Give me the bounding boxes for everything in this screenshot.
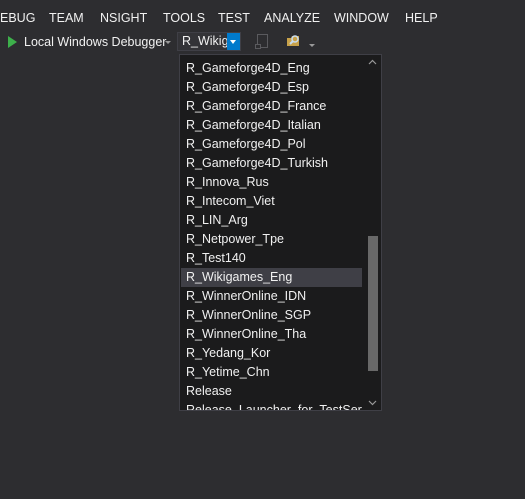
menu-analyze[interactable]: ANALYZE	[264, 10, 320, 26]
list-item[interactable]: Release	[181, 382, 362, 401]
menu-nsight[interactable]: NSIGHT	[100, 10, 147, 26]
configuration-dropdown-button[interactable]	[227, 33, 240, 50]
chevron-up-icon	[368, 59, 377, 65]
scroll-thumb[interactable]	[368, 236, 378, 371]
find-in-files-icon[interactable]	[285, 32, 305, 53]
disabled-tool-icon	[254, 32, 270, 53]
list-item[interactable]: R_Gameforge4D_Turkish	[181, 154, 362, 173]
scroll-up-button[interactable]	[364, 55, 381, 69]
scroll-down-button[interactable]	[364, 396, 381, 410]
start-debugger-button[interactable]: Local Windows Debugger	[24, 34, 166, 50]
list-item[interactable]: R_WinnerOnline_Tha	[181, 325, 362, 344]
chevron-down-icon	[368, 400, 377, 406]
debugger-dropdown-chevron-icon[interactable]	[165, 41, 171, 44]
list-item[interactable]: R_Yedang_Kor	[181, 344, 362, 363]
list-item[interactable]: R_Innova_Rus	[181, 173, 362, 192]
list-item[interactable]: R_WinnerOnline_SGP	[181, 306, 362, 325]
menu-tools[interactable]: TOOLS	[163, 10, 205, 26]
list-item-selected[interactable]: R_Wikigames_Eng	[181, 268, 362, 287]
play-icon[interactable]	[8, 36, 17, 48]
list-item[interactable]: R_Test140	[181, 249, 362, 268]
list-item[interactable]: R_Yetime_Chn	[181, 363, 362, 382]
list-item[interactable]: R_WinnerOnline_IDN	[181, 287, 362, 306]
menu-team[interactable]: TEAM	[49, 10, 84, 26]
solution-configuration-combo[interactable]: R_Wikigames_Eng	[177, 32, 241, 51]
menu-debug[interactable]: EBUG	[0, 10, 35, 26]
vertical-scrollbar[interactable]	[364, 55, 381, 410]
list-item[interactable]: Release_Launcher_for_TestServer	[181, 401, 362, 410]
list-item[interactable]: R_Netpower_Tpe	[181, 230, 362, 249]
toolbar-options-chevron-icon[interactable]	[309, 44, 315, 47]
configuration-value: R_Wikigames_Eng	[182, 34, 228, 48]
list-item[interactable]: R_Gameforge4D_Esp	[181, 78, 362, 97]
chevron-down-icon	[230, 40, 236, 44]
menu-help[interactable]: HELP	[405, 10, 438, 26]
list-item[interactable]: R_Gameforge4D_France	[181, 97, 362, 116]
list-item[interactable]: R_Gameforge4D_Italian	[181, 116, 362, 135]
list-item[interactable]: R_LIN_Arg	[181, 211, 362, 230]
list-item[interactable]: R_Gameforge4D_Pol	[181, 135, 362, 154]
menu-test[interactable]: TEST	[218, 10, 250, 26]
menu-bar: EBUG TEAM NSIGHT TOOLS TEST ANALYZE WIND…	[0, 0, 525, 30]
debug-toolbar: Local Windows Debugger R_Wikigames_Eng	[0, 30, 525, 54]
list-item[interactable]: R_Gameforge4D_Eng	[181, 59, 362, 78]
list-item[interactable]: R_Intecom_Viet	[181, 192, 362, 211]
configuration-dropdown-list[interactable]: R_Gameforge4D_Eng R_Gameforge4D_Esp R_Ga…	[179, 54, 382, 411]
menu-window[interactable]: WINDOW	[334, 10, 389, 26]
